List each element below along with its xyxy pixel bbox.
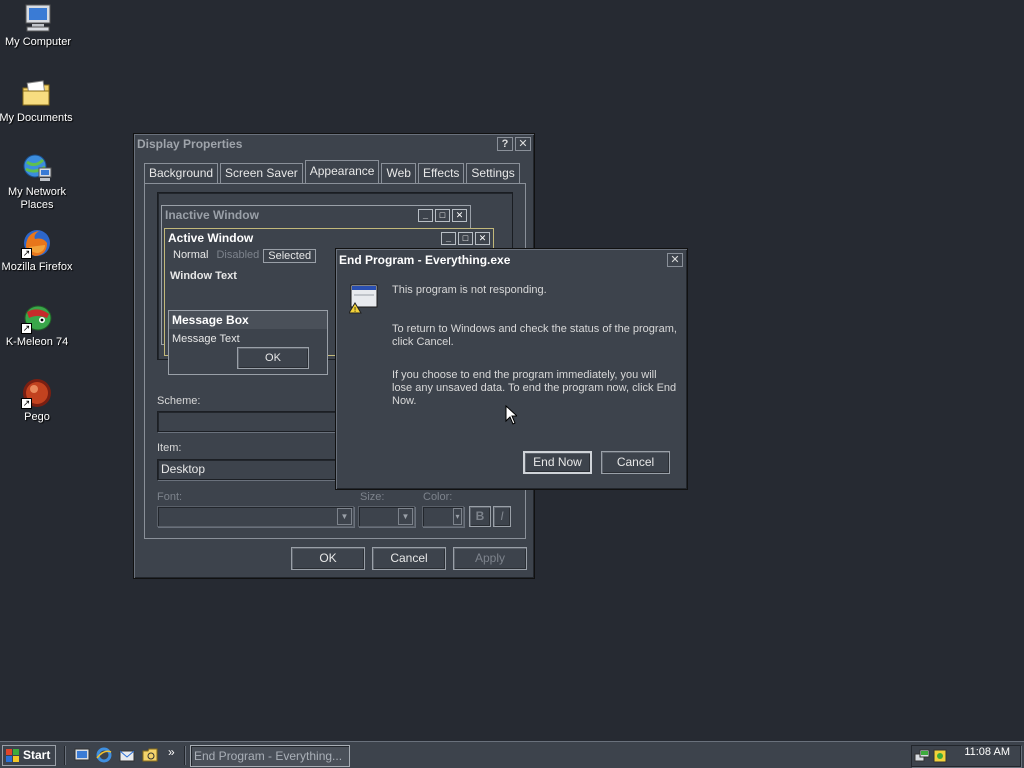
- item-label: Item:: [157, 442, 182, 454]
- network-icon: [21, 152, 53, 184]
- shortcut-arrow-icon: ↗: [21, 323, 32, 334]
- tab-settings[interactable]: Settings: [466, 163, 520, 183]
- preview-msgbox-title: Message Box: [172, 313, 249, 327]
- display-properties-titlebar[interactable]: Display Properties ? ✕: [134, 134, 534, 154]
- preview-menu-disabled: Disabled: [216, 249, 260, 261]
- outlook-express-icon[interactable]: [119, 747, 135, 763]
- mouse-cursor-icon: [505, 404, 519, 425]
- desktop-icon-label: Mozilla Firefox: [1, 261, 73, 273]
- font-label: Font:: [157, 491, 183, 503]
- explorer-icon[interactable]: [142, 747, 158, 763]
- tab-effects[interactable]: Effects: [417, 163, 465, 183]
- desktop-icon-mozilla-firefox[interactable]: ↗ Mozilla Firefox: [0, 227, 76, 274]
- window-title: Display Properties: [137, 137, 243, 151]
- cancel-button[interactable]: Cancel: [372, 547, 446, 570]
- close-button[interactable]: ✕: [667, 253, 683, 267]
- end-program-dialog: End Program - Everything.exe ✕ ! This pr…: [335, 248, 688, 490]
- preview-inactive-title: Inactive Window: [165, 208, 259, 222]
- start-label: Start: [23, 748, 51, 762]
- item-select[interactable]: Desktop: [157, 459, 357, 480]
- shortcut-arrow-icon: ↗: [21, 248, 32, 259]
- desktop-icon-label: K-Meleon 74: [5, 336, 69, 348]
- apply-button[interactable]: Apply: [453, 547, 527, 570]
- cancel-instructions-text: To return to Windows and check the statu…: [392, 323, 677, 348]
- desktop-icon-my-computer[interactable]: My Computer: [0, 2, 76, 49]
- preview-ok-button: OK: [237, 347, 309, 369]
- color-picker[interactable]: ▾: [422, 506, 464, 527]
- end-program-titlebar[interactable]: End Program - Everything.exe ✕: [336, 249, 687, 271]
- clock[interactable]: 11:08 AM: [964, 746, 1010, 758]
- tab-appearance[interactable]: Appearance: [304, 160, 380, 183]
- chevron-down-icon: ▼: [398, 508, 413, 525]
- desktop-icon-label: My Computer: [4, 36, 72, 48]
- taskbar: Start » End Program - Everything... 11:0…: [0, 741, 1024, 768]
- close-button[interactable]: ✕: [515, 137, 531, 151]
- help-button[interactable]: ?: [497, 137, 513, 151]
- shortcut-arrow-icon: ↗: [21, 398, 32, 409]
- preview-menu-selected: Selected: [263, 249, 317, 263]
- taskbar-divider: [184, 746, 186, 765]
- scheme-label: Scheme:: [157, 395, 201, 407]
- desktop-icon-my-documents[interactable]: My Documents: [0, 78, 74, 125]
- firefox-icon: ↗: [21, 227, 53, 259]
- internet-explorer-icon[interactable]: [96, 747, 112, 763]
- preview-inactive-titlebar: Inactive Window _ □ ✕: [162, 206, 470, 224]
- preview-msgbox-text: Message Text: [172, 333, 240, 345]
- tab-strip: Background Screen Saver Appearance Web E…: [144, 160, 522, 183]
- desktop-icon-label: My Documents: [0, 112, 73, 124]
- tab-screen-saver[interactable]: Screen Saver: [220, 163, 303, 183]
- tab-background[interactable]: Background: [144, 163, 219, 183]
- minimize-icon: _: [418, 208, 433, 222]
- program-warning-icon: !: [348, 284, 379, 314]
- windows-logo-icon: [6, 749, 20, 762]
- desktop-icon-my-network-places[interactable]: My Network Places: [0, 152, 76, 212]
- size-label: Size:: [360, 491, 385, 503]
- dialog-title: End Program - Everything.exe: [339, 253, 511, 267]
- maximize-icon: □: [458, 231, 473, 245]
- preview-menu-normal: Normal: [173, 249, 209, 261]
- ok-button[interactable]: OK: [291, 547, 365, 570]
- chevron-down-icon: ▾: [453, 508, 462, 525]
- pego-icon: ↗: [21, 377, 53, 409]
- computer-icon: [22, 2, 54, 34]
- cancel-button[interactable]: Cancel: [601, 451, 670, 474]
- network-tray-icon[interactable]: [914, 748, 930, 764]
- minimize-icon: _: [441, 231, 456, 245]
- app-tray-icon[interactable]: [932, 748, 948, 764]
- quicklaunch-more[interactable]: »: [168, 745, 175, 759]
- preview-window-text: Window Text: [170, 270, 237, 282]
- end-now-button[interactable]: End Now: [523, 451, 592, 474]
- maximize-icon: □: [435, 208, 450, 222]
- size-select[interactable]: ▼: [358, 506, 415, 527]
- preview-msgbox-titlebar: Message Box: [169, 311, 327, 329]
- preview-menubar: Normal Disabled Selected: [169, 249, 317, 263]
- end-now-instructions-text: If you choose to end the program immedia…: [392, 369, 677, 407]
- taskbar-button-end-program[interactable]: End Program - Everything...: [190, 745, 350, 767]
- preview-active-title: Active Window: [168, 231, 254, 245]
- desktop-icon-label: Pego: [24, 411, 50, 423]
- taskbar-divider: [64, 746, 66, 765]
- preview-active-titlebar: Active Window _ □ ✕: [165, 229, 493, 247]
- kmeleon-icon: ↗: [21, 302, 53, 334]
- not-responding-text: This program is not responding.: [392, 284, 547, 296]
- tab-web[interactable]: Web: [381, 163, 416, 183]
- scheme-select[interactable]: [157, 411, 357, 432]
- show-desktop-icon[interactable]: [74, 747, 90, 763]
- close-icon: ✕: [452, 208, 467, 222]
- svg-text:!: !: [354, 306, 357, 314]
- close-icon: ✕: [475, 231, 490, 245]
- folder-icon: [20, 78, 52, 110]
- desktop-icon-label: My Network Places: [7, 186, 67, 211]
- font-select[interactable]: ▼: [157, 506, 354, 527]
- italic-button[interactable]: I: [493, 506, 511, 527]
- desktop-icon-k-meleon[interactable]: ↗ K-Meleon 74: [0, 302, 76, 349]
- color-label: Color:: [423, 491, 453, 503]
- chevron-down-icon: ▼: [337, 508, 352, 525]
- bold-button[interactable]: B: [469, 506, 491, 527]
- start-button[interactable]: Start: [2, 745, 56, 766]
- desktop-icon-pego[interactable]: ↗ Pego: [0, 377, 76, 424]
- preview-message-box: Message Box Message Text OK: [168, 310, 328, 375]
